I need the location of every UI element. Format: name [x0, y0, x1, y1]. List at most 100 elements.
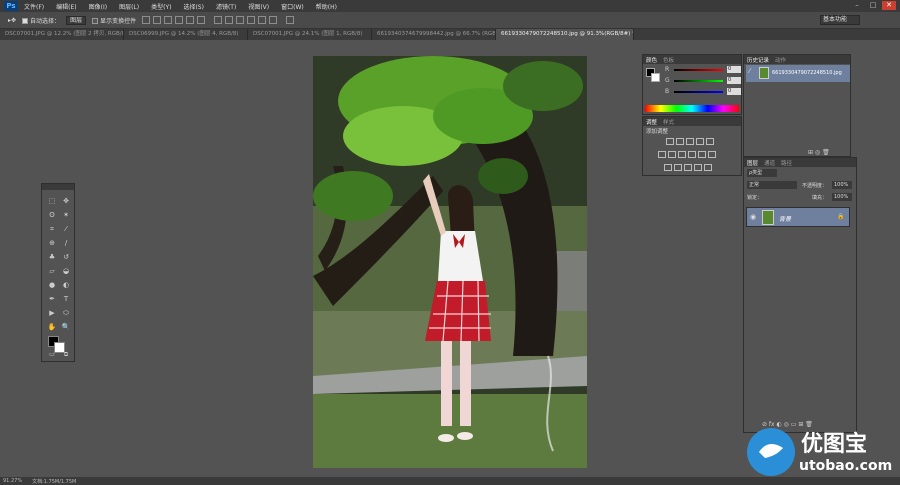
curves-icon[interactable] [686, 138, 694, 145]
close-icon[interactable]: ✕ [882, 1, 896, 10]
canvas-photo[interactable] [313, 56, 587, 468]
tab-document-active[interactable]: 661933047907224851​0.jpg @ 91.3%(RGB/8#)… [496, 29, 634, 40]
menu-window[interactable]: 窗口(W) [281, 2, 304, 11]
tab-paths[interactable]: 路径 [781, 159, 792, 167]
maximize-icon[interactable]: □ [866, 1, 880, 10]
color-spectrum-ramp[interactable] [645, 105, 739, 112]
blue-slider[interactable] [674, 90, 723, 93]
path-selection-tool-icon[interactable]: ▶ [46, 308, 58, 318]
align-left-icon[interactable] [175, 16, 184, 24]
history-brush-tool-icon[interactable]: ↺ [60, 252, 72, 262]
zoom-level[interactable]: 91.27% [3, 478, 22, 484]
tab-actions[interactable]: 动作 [775, 56, 786, 64]
pen-tool-icon[interactable]: ✒ [46, 294, 58, 304]
marquee-tool-icon[interactable]: ⬚ [46, 196, 58, 206]
paint-bucket-tool-icon[interactable]: ◒ [60, 266, 72, 276]
auto-select-target-dropdown[interactable]: 图层 [66, 15, 87, 25]
align-vcenter-icon[interactable] [153, 16, 162, 24]
tab-document-3[interactable]: DSC07001.JPG @ 24.1% (图层 1, RGB/8) [248, 29, 372, 40]
channel-mixer-icon[interactable] [698, 151, 706, 158]
blur-tool-icon[interactable]: ● [46, 280, 58, 290]
gradient-map-icon[interactable] [694, 164, 702, 171]
invert-icon[interactable] [664, 164, 672, 171]
align-top-icon[interactable] [142, 16, 151, 24]
color-balance-icon[interactable] [668, 151, 676, 158]
crop-tool-icon[interactable]: ⌗ [46, 224, 58, 234]
posterize-icon[interactable] [674, 164, 682, 171]
brush-tool-icon[interactable]: / [60, 238, 72, 248]
clone-stamp-tool-icon[interactable]: ♣ [46, 252, 58, 262]
distribute-hcenter-icon[interactable] [258, 16, 267, 24]
dodge-tool-icon[interactable]: ◐ [60, 280, 72, 290]
levels-icon[interactable] [676, 138, 684, 145]
hue-saturation-icon[interactable] [658, 151, 666, 158]
move-tool-icon[interactable]: ✥ [60, 196, 72, 206]
selective-color-icon[interactable] [704, 164, 712, 171]
layer-filter-dropdown[interactable]: ρ类型 [747, 169, 777, 177]
zoom-tool-icon[interactable]: 🔍 [60, 322, 72, 332]
distribute-bottom-icon[interactable] [236, 16, 245, 24]
hand-tool-icon[interactable]: ✋ [46, 322, 58, 332]
distribute-top-icon[interactable] [214, 16, 223, 24]
tab-color[interactable]: 颜色 [646, 56, 657, 64]
align-hcenter-icon[interactable] [186, 16, 195, 24]
history-footer-icons[interactable]: ⊞ ◎ 🗑 [808, 149, 830, 156]
tab-swatches[interactable]: 色板 [663, 56, 674, 64]
layer-row[interactable]: ◉ 背景 🔒 [746, 207, 850, 227]
vibrance-icon[interactable] [706, 138, 714, 145]
type-tool-icon[interactable]: T [60, 294, 72, 304]
minimize-icon[interactable]: – [850, 1, 864, 10]
opacity-input[interactable]: 100% [832, 181, 852, 189]
color-lookup-icon[interactable] [708, 151, 716, 158]
screen-mode-icon[interactable]: ⧉ [60, 350, 72, 360]
distribute-right-icon[interactable] [269, 16, 278, 24]
menu-view[interactable]: 视图(V) [248, 2, 269, 11]
red-slider[interactable] [674, 68, 723, 71]
green-slider[interactable] [674, 79, 723, 82]
tab-document-4[interactable]: 6619340374679998442.jpg @ 66.7% (RGB/8) [372, 29, 496, 40]
tab-layers[interactable]: 图层 [747, 159, 758, 167]
quick-mask-icon[interactable]: ▭ [46, 350, 58, 360]
shape-tool-icon[interactable]: ⬭ [60, 308, 72, 318]
distribute-vcenter-icon[interactable] [225, 16, 234, 24]
menu-filter[interactable]: 滤镜(T) [216, 2, 236, 11]
auto-select-checkbox[interactable]: 自动选择： [22, 16, 60, 25]
tools-panel-header[interactable] [42, 184, 74, 190]
color-bg-swatch[interactable] [651, 73, 660, 82]
move-tool-icon[interactable]: ▸✥ [8, 17, 16, 24]
menu-file[interactable]: 文件(F) [24, 2, 44, 11]
red-value[interactable]: 0 [726, 66, 741, 73]
green-value[interactable]: 0 [726, 77, 741, 84]
magic-wand-tool-icon[interactable]: ✶ [60, 210, 72, 220]
tab-document-2[interactable]: DSC06999.JPG @ 14.2% (图层 4, RGB/8) [124, 29, 248, 40]
photo-filter-icon[interactable] [688, 151, 696, 158]
menu-image[interactable]: 图像(I) [89, 2, 107, 11]
tab-document-1[interactable]: DSC07001.JPG @ 12.2% (图层 2 拷贝, RGB/8) [0, 29, 124, 40]
menu-select[interactable]: 选择(S) [183, 2, 204, 11]
lasso-tool-icon[interactable]: ʘ [46, 210, 58, 220]
distribute-left-icon[interactable] [247, 16, 256, 24]
blend-mode-dropdown[interactable]: 正常 [747, 181, 797, 189]
history-snapshot-row[interactable]: ⁄ 661933047907224851​0.jpg [746, 65, 850, 82]
menu-edit[interactable]: 编辑(E) [56, 2, 76, 11]
fill-input[interactable]: 100% [832, 193, 852, 201]
brightness-icon[interactable] [666, 138, 674, 145]
menu-layer[interactable]: 图层(L) [119, 2, 139, 11]
healing-brush-tool-icon[interactable]: ⊕ [46, 238, 58, 248]
tab-history[interactable]: 历史记录 [747, 56, 769, 64]
black-white-icon[interactable] [678, 151, 686, 158]
blue-value[interactable]: 0 [726, 88, 741, 95]
menu-type[interactable]: 类型(Y) [151, 2, 171, 11]
transform-controls-checkbox[interactable]: 显示变换控件 [92, 16, 136, 25]
tab-adjustments[interactable]: 调整 [646, 118, 657, 126]
eraser-tool-icon[interactable]: ▱ [46, 266, 58, 276]
visibility-eye-icon[interactable]: ◉ [750, 213, 756, 221]
exposure-icon[interactable] [696, 138, 704, 145]
eyedropper-tool-icon[interactable]: ⁄ [60, 224, 72, 234]
menu-help[interactable]: 帮助(H) [316, 2, 337, 11]
workspace-dropdown[interactable]: 基本功能 [820, 15, 860, 25]
threshold-icon[interactable] [684, 164, 692, 171]
auto-align-icon[interactable] [286, 16, 295, 24]
tab-channels[interactable]: 通道 [764, 159, 775, 167]
align-bottom-icon[interactable] [164, 16, 173, 24]
